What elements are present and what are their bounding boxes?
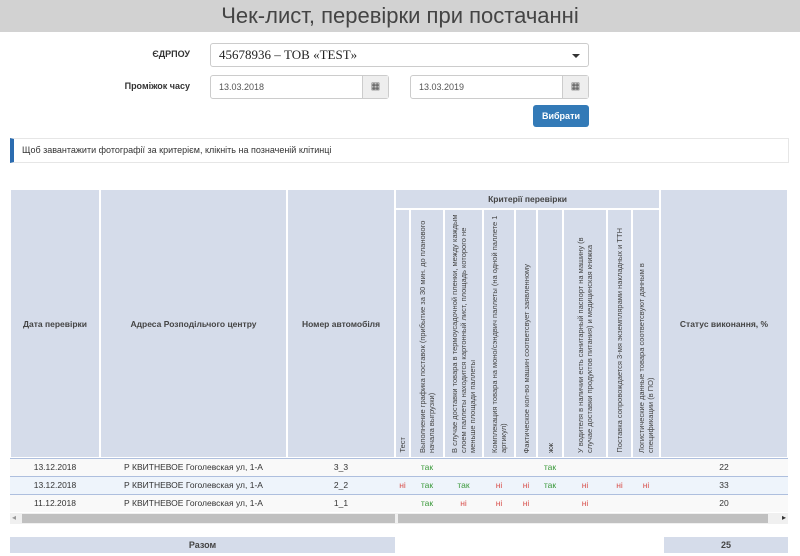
info-message: Щоб завантажити фотографії за критерієм,… (10, 138, 789, 163)
criterion-cell[interactable]: так (444, 477, 483, 494)
scrollbar-thumb[interactable] (22, 514, 395, 523)
header-address: Адреса Розподільчого центру (100, 189, 287, 458)
total-label: Разом (10, 537, 395, 553)
date-cell: 11.12.2018 (34, 498, 76, 508)
criterion-cell[interactable]: так (537, 459, 563, 476)
table-row: 13.12.2018 Р КВИТНЕВОЕ Гоголевская ул, 1-… (10, 476, 788, 494)
criterion-label: Фактическое кол-во машин соответсвует за… (521, 263, 531, 453)
criterion-label: Комплекация товара на моно/сэндвич палле… (490, 215, 508, 453)
edrpou-label: ЄДРПОУ (152, 49, 190, 59)
criterion-header: В случае доставки товара в термоусадочно… (444, 209, 483, 458)
edrpou-select[interactable]: 45678936 – ТОВ «TEST» (210, 43, 589, 67)
criterion-cell[interactable]: так (537, 477, 563, 494)
criterion-cell[interactable]: так (410, 459, 444, 476)
criterion-cell[interactable]: ні (515, 477, 537, 494)
date-from-value: 13.03.2018 (219, 82, 265, 92)
criterion-header: Поставка сопровождается 3-мя экземплярам… (607, 209, 632, 458)
criterion-cell[interactable]: так (410, 495, 444, 512)
criterion-cell[interactable]: ні (563, 477, 607, 494)
header-status: Статус виконання, % (660, 189, 788, 458)
address-cell: Р КВИТНЕВОЕ Гоголевская ул, 1-А (124, 480, 263, 490)
criterion-label: Логистические данные товара соответсвуют… (637, 263, 655, 453)
criterion-header: Тест (395, 209, 410, 458)
criterion-cell[interactable]: ні (607, 477, 632, 494)
date-cell: 13.12.2018 (33, 462, 77, 472)
criterion-header: Комплекация товара на моно/сэндвич палле… (483, 209, 515, 458)
criterion-cell[interactable]: ні (483, 495, 515, 512)
criterion-cell[interactable]: ні (444, 495, 483, 512)
calendar-icon[interactable]: ▦ (562, 76, 588, 98)
criterion-label: У водителя в наличии есть санитарный пас… (576, 237, 594, 453)
date-cell: 13.12.2018 (33, 480, 77, 490)
criterion-cell[interactable]: ні (483, 477, 515, 494)
status-cell: 33 (719, 480, 729, 490)
criterion-header: жж (537, 209, 563, 458)
table-row: 13.12.2018 Р КВИТНЕВОЕ Гоголевская ул, 1-… (10, 458, 788, 476)
criterion-label: В случае доставки товара в термоусадочно… (450, 214, 477, 453)
scroll-left-icon[interactable]: ◂ (12, 513, 16, 522)
car-cell: 1_1 (333, 498, 349, 508)
chevron-down-icon (572, 54, 580, 58)
date-to-input[interactable]: 13.03.2019 ▦ (410, 75, 589, 99)
car-cell: 2_2 (333, 480, 349, 490)
table-row: 11.12.2018 Р КВИТНЕВОЕ Гоголевская ул, 1-… (10, 494, 788, 512)
criterion-cell[interactable]: ні (515, 495, 537, 512)
criterion-header: У водителя в наличии есть санитарный пас… (563, 209, 607, 458)
address-cell: Р КВИТНЕВОЕ Гоголевская ул, 1-А (124, 462, 263, 472)
criterion-cell[interactable]: ні (563, 495, 607, 512)
criterion-header: Фактическое кол-во машин соответсвует за… (515, 209, 537, 458)
status-cell: 22 (719, 462, 729, 472)
criterion-header: Логистические данные товара соответсвуют… (632, 209, 660, 458)
header-date: Дата перевірки (10, 189, 100, 458)
criterion-header: Выполнение графика поставок (прибытие за… (410, 209, 444, 458)
scrollbar-thumb[interactable] (398, 514, 768, 523)
criterion-cell[interactable]: ні (395, 477, 410, 494)
date-from-input[interactable]: 13.03.2018 ▦ (210, 75, 389, 99)
criterion-label: жж (545, 442, 555, 453)
status-cell: 20 (719, 498, 729, 508)
header-car: Номер автомобіля (287, 189, 395, 458)
car-cell: 3_3 (333, 462, 349, 472)
address-cell: Р КВИТНЕВОЕ Гоголевская ул, 1-А (124, 498, 263, 508)
criterion-label: Поставка сопровождается 3-мя экземплярам… (615, 228, 624, 453)
horizontal-scrollbar[interactable]: ◂ ▸ (10, 513, 788, 524)
edrpou-value: 45678936 – ТОВ «TEST» (219, 47, 358, 62)
criterion-label: Тест (398, 437, 407, 453)
date-to-value: 13.03.2019 (419, 82, 465, 92)
scroll-right-icon[interactable]: ▸ (782, 513, 786, 522)
calendar-icon[interactable]: ▦ (362, 76, 388, 98)
criterion-cell[interactable]: так (410, 477, 444, 494)
period-label: Проміжок часу (124, 81, 190, 91)
header-criteria: Критерії перевірки (395, 189, 660, 209)
select-button[interactable]: Вибрати (533, 105, 589, 127)
criterion-cell[interactable]: ні (632, 477, 660, 494)
criterion-label: Выполнение графика поставок (прибытие за… (418, 220, 436, 453)
total-value: 25 (664, 537, 788, 553)
page-title: Чек-лист, перевірки при постачанні (0, 0, 800, 32)
